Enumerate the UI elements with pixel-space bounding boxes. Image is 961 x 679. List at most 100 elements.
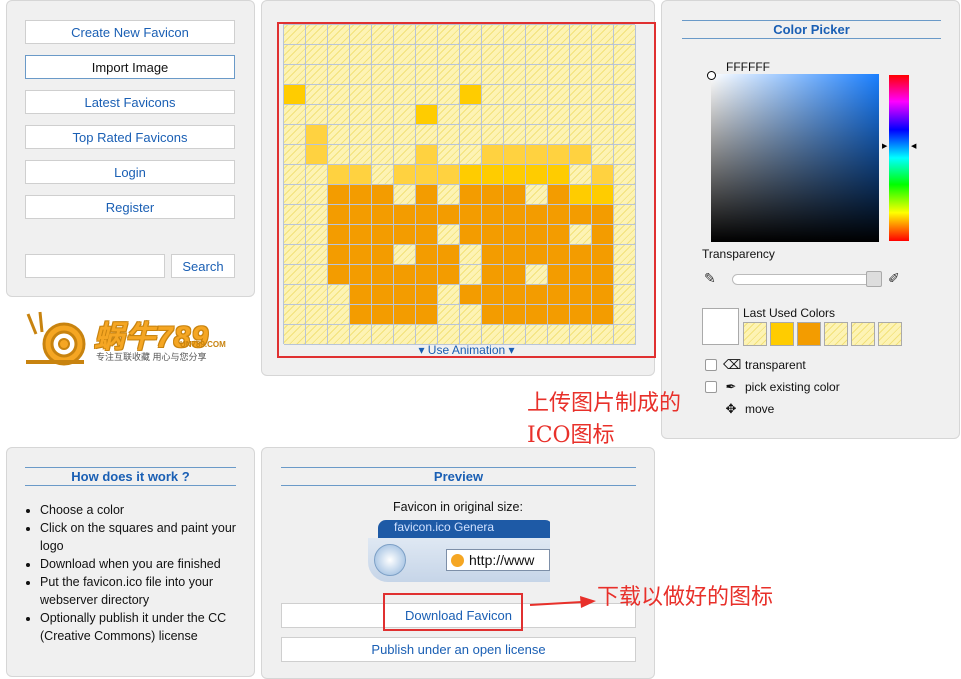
pixel-cell[interactable] — [482, 45, 504, 65]
pixel-cell[interactable] — [504, 265, 526, 285]
color-swatch[interactable] — [770, 322, 794, 346]
pixel-grid[interactable] — [283, 24, 636, 345]
pixel-cell[interactable] — [614, 165, 636, 185]
pixel-cell[interactable] — [416, 105, 438, 125]
pixel-cell[interactable] — [328, 125, 350, 145]
pixel-cell[interactable] — [460, 245, 482, 265]
pixel-cell[interactable] — [350, 85, 372, 105]
move-option[interactable]: ✥ move — [705, 401, 775, 417]
pixel-cell[interactable] — [592, 205, 614, 225]
pixel-cell[interactable] — [482, 205, 504, 225]
pixel-cell[interactable] — [592, 125, 614, 145]
pixel-cell[interactable] — [460, 185, 482, 205]
pixel-cell[interactable] — [416, 25, 438, 45]
pixel-cell[interactable] — [482, 145, 504, 165]
pixel-cell[interactable] — [482, 225, 504, 245]
pixel-cell[interactable] — [328, 265, 350, 285]
pixel-cell[interactable] — [526, 245, 548, 265]
search-button[interactable]: Search — [171, 254, 235, 278]
pixel-cell[interactable] — [592, 305, 614, 325]
pixel-cell[interactable] — [438, 105, 460, 125]
pixel-cell[interactable] — [438, 225, 460, 245]
pixel-cell[interactable] — [372, 105, 394, 125]
pixel-cell[interactable] — [306, 225, 328, 245]
pixel-cell[interactable] — [614, 265, 636, 285]
pixel-cell[interactable] — [284, 185, 306, 205]
pixel-cell[interactable] — [372, 25, 394, 45]
pixel-cell[interactable] — [482, 25, 504, 45]
pixel-cell[interactable] — [482, 65, 504, 85]
pixel-cell[interactable] — [526, 65, 548, 85]
login-button[interactable]: Login — [25, 160, 235, 184]
pixel-cell[interactable] — [526, 165, 548, 185]
pixel-cell[interactable] — [328, 145, 350, 165]
pixel-cell[interactable] — [504, 165, 526, 185]
pixel-cell[interactable] — [284, 45, 306, 65]
publish-license-button[interactable]: Publish under an open license — [281, 637, 636, 662]
pixel-cell[interactable] — [614, 205, 636, 225]
pixel-cell[interactable] — [460, 125, 482, 145]
pixel-cell[interactable] — [438, 145, 460, 165]
pixel-cell[interactable] — [504, 325, 526, 345]
pixel-cell[interactable] — [306, 25, 328, 45]
pixel-cell[interactable] — [548, 25, 570, 45]
pixel-cell[interactable] — [372, 305, 394, 325]
pixel-cell[interactable] — [460, 65, 482, 85]
pixel-cell[interactable] — [614, 65, 636, 85]
pixel-cell[interactable] — [592, 225, 614, 245]
pixel-cell[interactable] — [570, 145, 592, 165]
pixel-cell[interactable] — [526, 185, 548, 205]
pixel-cell[interactable] — [328, 165, 350, 185]
pixel-cell[interactable] — [504, 225, 526, 245]
pick-existing-checkbox[interactable] — [705, 381, 717, 393]
pixel-cell[interactable] — [570, 265, 592, 285]
pixel-cell[interactable] — [548, 85, 570, 105]
pixel-cell[interactable] — [416, 45, 438, 65]
pixel-cell[interactable] — [350, 265, 372, 285]
pixel-cell[interactable] — [570, 165, 592, 185]
pixel-cell[interactable] — [284, 225, 306, 245]
pixel-cell[interactable] — [372, 325, 394, 345]
pixel-cell[interactable] — [460, 285, 482, 305]
pixel-cell[interactable] — [504, 25, 526, 45]
pixel-cell[interactable] — [350, 125, 372, 145]
pixel-cell[interactable] — [306, 305, 328, 325]
pixel-cell[interactable] — [482, 285, 504, 305]
pixel-cell[interactable] — [372, 165, 394, 185]
pixel-cell[interactable] — [416, 325, 438, 345]
use-animation-link[interactable]: ▾ Use Animation ▾ — [279, 343, 654, 357]
pixel-cell[interactable] — [504, 145, 526, 165]
pixel-cell[interactable] — [614, 225, 636, 245]
pixel-cell[interactable] — [394, 285, 416, 305]
pixel-cell[interactable] — [570, 125, 592, 145]
pixel-cell[interactable] — [526, 205, 548, 225]
pixel-cell[interactable] — [438, 45, 460, 65]
pixel-cell[interactable] — [526, 225, 548, 245]
pixel-cell[interactable] — [350, 145, 372, 165]
pixel-cell[interactable] — [438, 85, 460, 105]
transparency-slider-thumb[interactable] — [866, 271, 882, 287]
pixel-cell[interactable] — [614, 185, 636, 205]
pixel-cell[interactable] — [460, 105, 482, 125]
pixel-cell[interactable] — [416, 225, 438, 245]
pixel-cell[interactable] — [460, 85, 482, 105]
pixel-cell[interactable] — [394, 265, 416, 285]
pixel-cell[interactable] — [372, 125, 394, 145]
pixel-cell[interactable] — [306, 185, 328, 205]
pixel-cell[interactable] — [372, 185, 394, 205]
pixel-cell[interactable] — [284, 325, 306, 345]
pixel-cell[interactable] — [460, 205, 482, 225]
pixel-cell[interactable] — [570, 45, 592, 65]
pixel-cell[interactable] — [526, 145, 548, 165]
pixel-cell[interactable] — [592, 25, 614, 45]
pixel-cell[interactable] — [284, 305, 306, 325]
pixel-cell[interactable] — [438, 25, 460, 45]
pixel-cell[interactable] — [570, 285, 592, 305]
pixel-cell[interactable] — [372, 265, 394, 285]
pixel-cell[interactable] — [526, 285, 548, 305]
pixel-cell[interactable] — [438, 325, 460, 345]
pixel-cell[interactable] — [460, 145, 482, 165]
pixel-cell[interactable] — [570, 305, 592, 325]
pixel-cell[interactable] — [284, 125, 306, 145]
pixel-cell[interactable] — [570, 185, 592, 205]
